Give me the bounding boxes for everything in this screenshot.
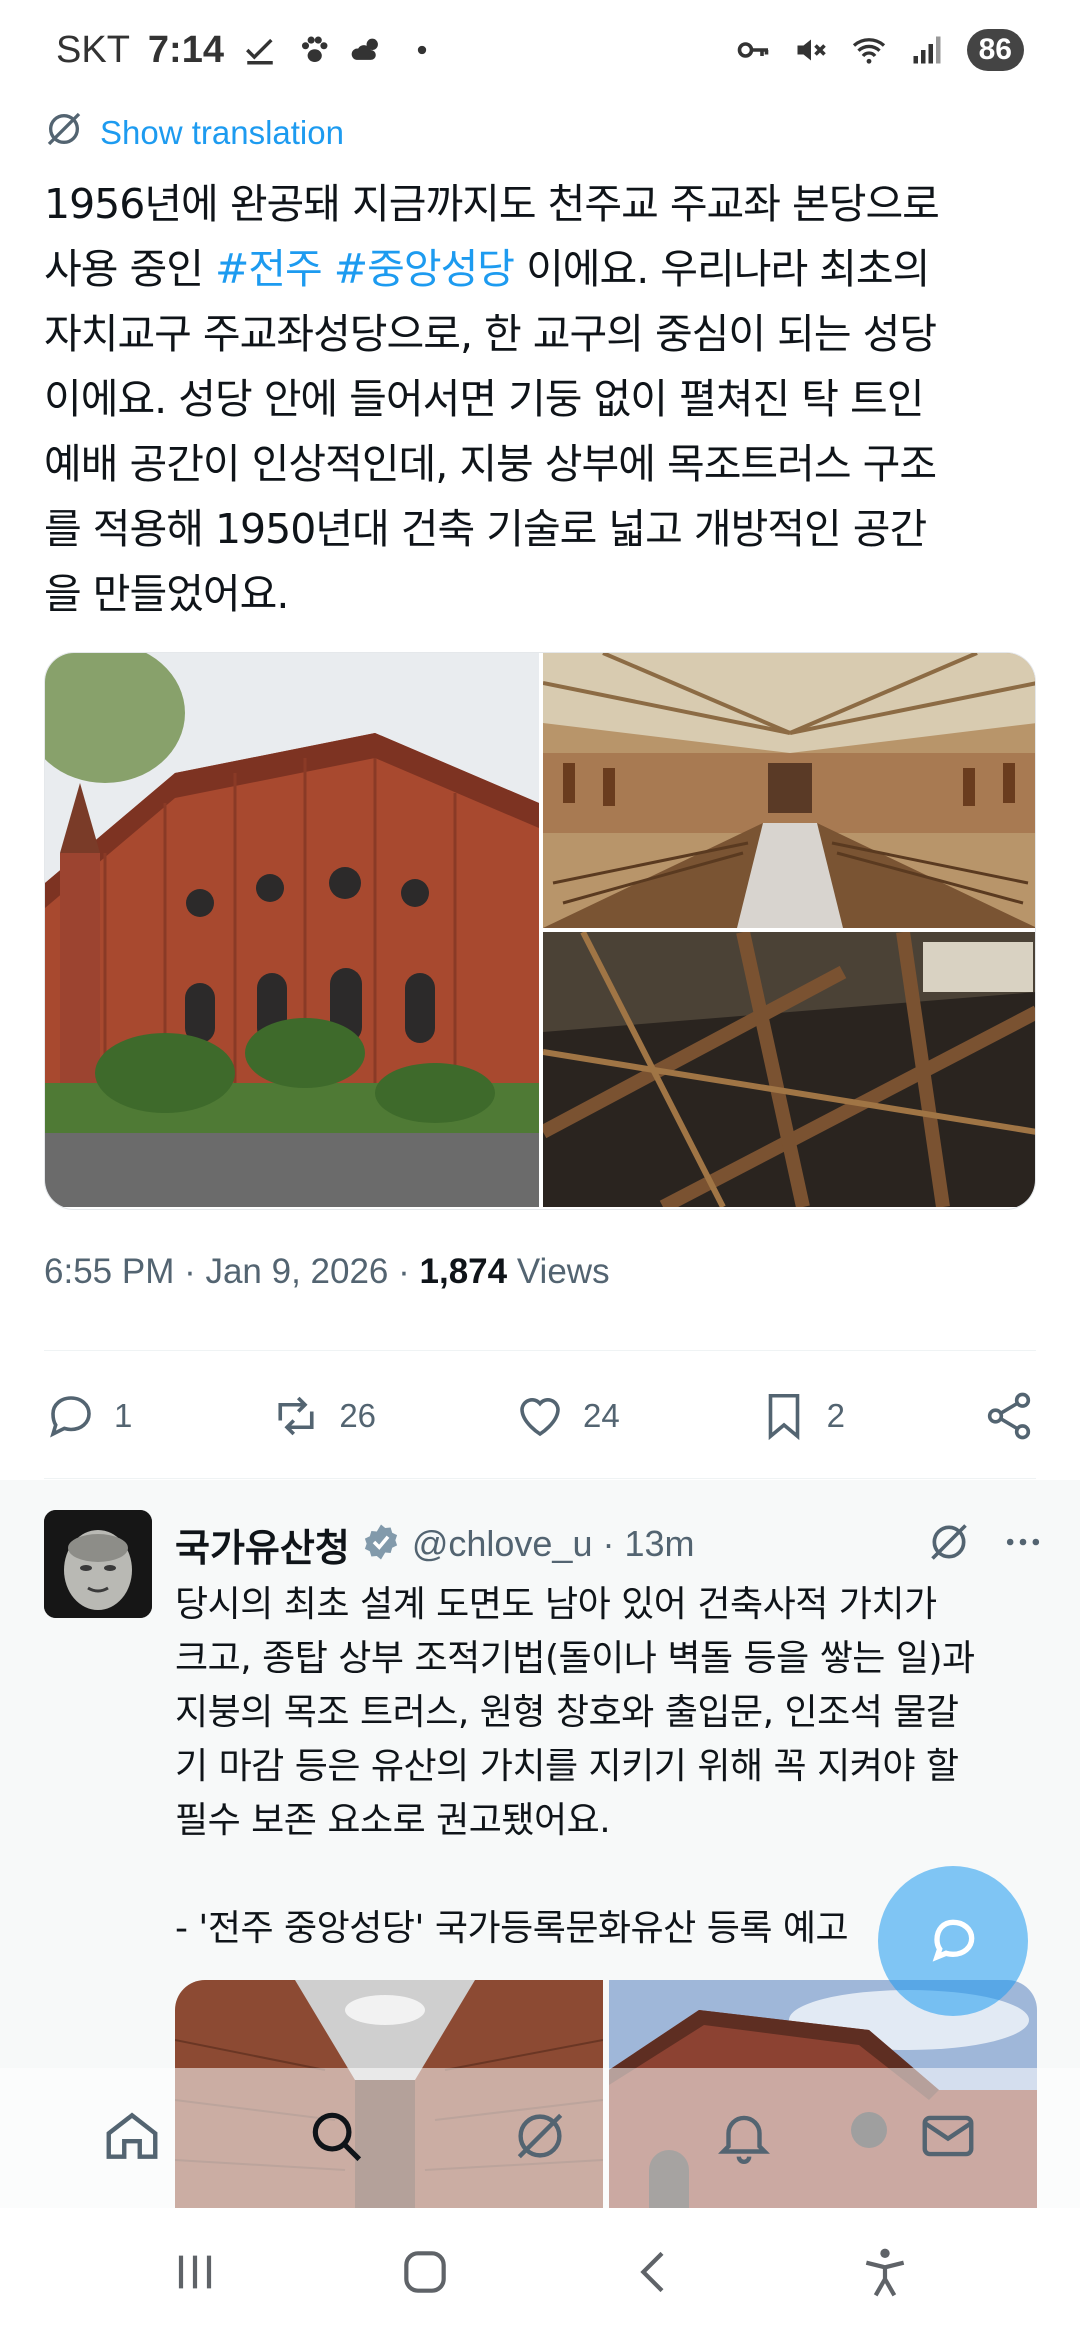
tweet-body: Show translation 1956년에 완공돼 지금까지도 천주교 주교… bbox=[44, 108, 1044, 627]
signal-icon bbox=[909, 32, 945, 68]
translate-icon[interactable] bbox=[927, 1520, 971, 1569]
divider bbox=[44, 1478, 1036, 1479]
accessibility-button[interactable] bbox=[857, 2244, 913, 2304]
tweet-media-grid bbox=[44, 652, 1036, 1210]
verified-badge-icon bbox=[360, 1521, 402, 1568]
carrier-label: SKT bbox=[56, 28, 130, 71]
home-button[interactable] bbox=[397, 2244, 453, 2304]
divider bbox=[44, 1350, 1036, 1351]
repost-icon bbox=[278, 1396, 314, 1436]
like-count: 24 bbox=[582, 1397, 620, 1434]
tweet-time: 6:55 PM bbox=[44, 1252, 175, 1291]
hashtag-link[interactable]: #중앙성당 bbox=[334, 245, 515, 293]
bookmark-button[interactable]: 2 bbox=[757, 1389, 845, 1443]
dot-icon bbox=[404, 32, 440, 68]
tweet-text: 1956년에 완공돼 지금까지도 천주교 주교좌 본당으로 사용 중인 #전주 … bbox=[44, 172, 1044, 627]
reply-count: 1 bbox=[114, 1397, 133, 1434]
bell-icon bbox=[718, 2115, 770, 2164]
reply-handle: @chlove_u bbox=[411, 1523, 593, 1564]
status-bar: SKT 7:14 86 bbox=[0, 0, 1080, 100]
recent-apps-icon bbox=[178, 2255, 212, 2289]
grok-icon bbox=[517, 2113, 563, 2159]
tweet-action-bar: 1 26 24 2 bbox=[44, 1376, 1036, 1456]
compose-icon bbox=[932, 1919, 975, 1962]
heart-icon bbox=[520, 1398, 560, 1437]
show-translation-label: Show translation bbox=[100, 114, 344, 151]
compose-fab-button[interactable] bbox=[878, 1866, 1028, 2016]
search-icon bbox=[312, 2112, 362, 2162]
mail-icon bbox=[922, 2115, 974, 2157]
check-icon bbox=[242, 32, 278, 68]
translate-icon bbox=[44, 109, 84, 157]
reply-time: 13m bbox=[624, 1523, 695, 1564]
bottom-tab-bar bbox=[0, 2068, 1080, 2208]
bookmark-count: 2 bbox=[826, 1397, 846, 1434]
reply-author-name[interactable]: 국가유산청 bbox=[175, 1517, 350, 1572]
reply-header: 국가유산청 @chlove_u · 13m bbox=[175, 1514, 1045, 1574]
grok-tab[interactable] bbox=[509, 2105, 571, 2171]
reply-icon bbox=[50, 1396, 91, 1438]
accessibility-icon bbox=[865, 2248, 905, 2297]
paw-icon bbox=[296, 32, 332, 68]
search-tab[interactable] bbox=[305, 2105, 367, 2171]
media-photo-roof-truss[interactable] bbox=[543, 932, 1035, 1207]
repost-button[interactable]: 26 bbox=[269, 1389, 376, 1443]
views-label: Views bbox=[516, 1252, 610, 1291]
media-photo-church-interior[interactable] bbox=[543, 653, 1035, 928]
back-button[interactable] bbox=[627, 2244, 683, 2304]
notifications-tab[interactable] bbox=[713, 2105, 775, 2171]
share-button[interactable] bbox=[982, 1389, 1036, 1443]
repost-count: 26 bbox=[339, 1397, 377, 1434]
weather-icon bbox=[350, 32, 386, 68]
system-navigation-bar bbox=[0, 2208, 1080, 2340]
clock: 7:14 bbox=[147, 28, 224, 71]
recent-apps-button[interactable] bbox=[167, 2244, 223, 2304]
home-square-icon bbox=[404, 2251, 446, 2293]
views-count: 1,874 bbox=[419, 1252, 508, 1291]
bookmark-icon bbox=[768, 1393, 799, 1441]
mute-icon bbox=[793, 32, 829, 68]
like-button[interactable]: 24 bbox=[513, 1389, 620, 1443]
hashtag-link[interactable]: #전주 bbox=[215, 245, 323, 293]
reply-button[interactable]: 1 bbox=[44, 1389, 132, 1443]
share-icon bbox=[987, 1392, 1031, 1440]
wifi-icon bbox=[851, 32, 887, 68]
home-icon bbox=[106, 2112, 158, 2159]
messages-tab[interactable] bbox=[917, 2105, 979, 2171]
key-icon bbox=[735, 32, 771, 68]
tweet-meta: 6:55 PM · Jan 9, 2026 · 1,874 Views bbox=[44, 1252, 610, 1291]
battery-level: 86 bbox=[966, 29, 1024, 71]
more-options-icon[interactable] bbox=[1001, 1520, 1045, 1569]
tweet-date: Jan 9, 2026 bbox=[205, 1252, 389, 1291]
show-translation-button[interactable]: Show translation bbox=[44, 108, 1044, 158]
tweet-text-part2: 이에요. 우리나라 최초의 자치교구 주교좌성당으로, 한 교구의 중심이 되는… bbox=[44, 245, 937, 618]
avatar[interactable] bbox=[44, 1510, 152, 1618]
media-photo-church-exterior[interactable] bbox=[45, 653, 539, 1207]
home-tab[interactable] bbox=[101, 2105, 163, 2171]
back-icon bbox=[640, 2251, 664, 2293]
